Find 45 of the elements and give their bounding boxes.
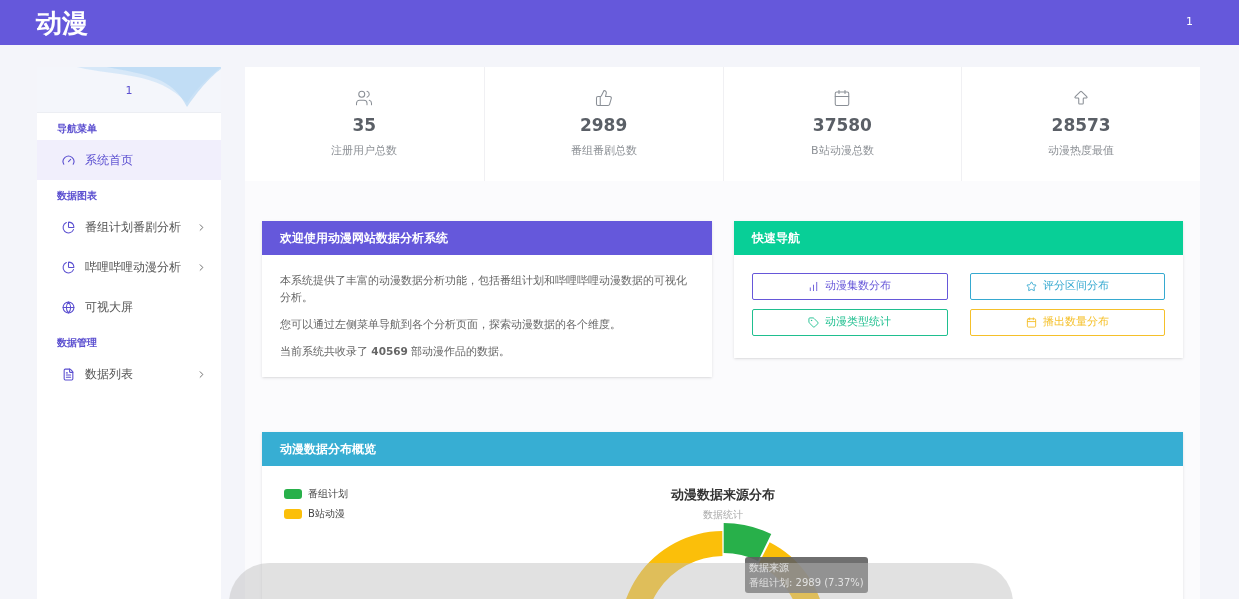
- paragraph: 您可以通过左侧菜单导航到各个分析页面，探索动漫数据的各个维度。: [280, 317, 622, 332]
- tooltip-title: 数据来源: [749, 561, 790, 575]
- users-icon: [355, 89, 374, 107]
- calendar-icon: [1025, 317, 1037, 328]
- stat-value: 35: [352, 114, 377, 137]
- stat-label: 注册用户总数: [331, 142, 398, 159]
- pie-chart-icon: [62, 260, 75, 274]
- card-header: 快速导航: [734, 221, 1183, 255]
- pie-chart-icon: [62, 220, 75, 234]
- user-name[interactable]: 1: [1186, 14, 1193, 31]
- sidebar-item[interactable]: 哔哩哔哩动漫分析: [37, 247, 221, 287]
- card-header: 动漫数据分布概览: [262, 432, 1183, 466]
- user-name: 1: [125, 82, 133, 99]
- gauge-icon: [62, 153, 75, 167]
- card-header: 欢迎使用动漫网站数据分析系统: [262, 221, 712, 255]
- legend-label[interactable]: 番组计划: [308, 486, 348, 501]
- thumbs-up-icon: [594, 89, 613, 107]
- stat-label: B站动漫总数: [811, 142, 874, 159]
- sidebar-item[interactable]: 数据列表: [37, 354, 221, 394]
- bar-chart-icon: [808, 281, 820, 292]
- tag-icon: [808, 317, 820, 328]
- sidebar-item[interactable]: 系统首页: [37, 140, 221, 180]
- paragraph: 本系统提供了丰富的动漫数据分析功能，包括番组计划和哔哩哔哩动漫数据的可视化分析。: [280, 273, 688, 305]
- chart-title: 动漫数据来源分布: [670, 486, 775, 504]
- stat-value: 28573: [1051, 114, 1111, 137]
- sidebar-item[interactable]: 番组计划番剧分析: [37, 207, 221, 247]
- logo: 动漫: [36, 9, 88, 36]
- menu-section-title: 数据图表: [56, 189, 98, 203]
- tooltip-text: 番组计划: 2989 (7.37%): [749, 576, 864, 590]
- stat-value: 37580: [812, 114, 872, 137]
- chart-subtitle: 数据统计: [702, 507, 743, 522]
- menu-section-title: 数据管理: [56, 336, 98, 350]
- paragraph: 当前系统共收录了 40569 部动漫作品的数据。: [280, 344, 512, 359]
- globe-icon: [62, 300, 75, 314]
- stat-value: 2989: [579, 114, 628, 137]
- sidebar-item[interactable]: 可视大屏: [37, 287, 221, 327]
- stat-label: 动漫热度最值: [1048, 142, 1115, 159]
- star-icon: [1025, 281, 1037, 292]
- stat-label: 番组番剧总数: [570, 142, 637, 159]
- nav-button[interactable]: 动漫集数分布: [752, 273, 948, 300]
- menu-section-title: 导航菜单: [56, 122, 98, 136]
- legend-label[interactable]: B站动漫: [308, 506, 345, 521]
- calendar-icon: [833, 89, 852, 107]
- document-icon: [62, 367, 75, 381]
- up-arrow-icon: [1072, 89, 1091, 107]
